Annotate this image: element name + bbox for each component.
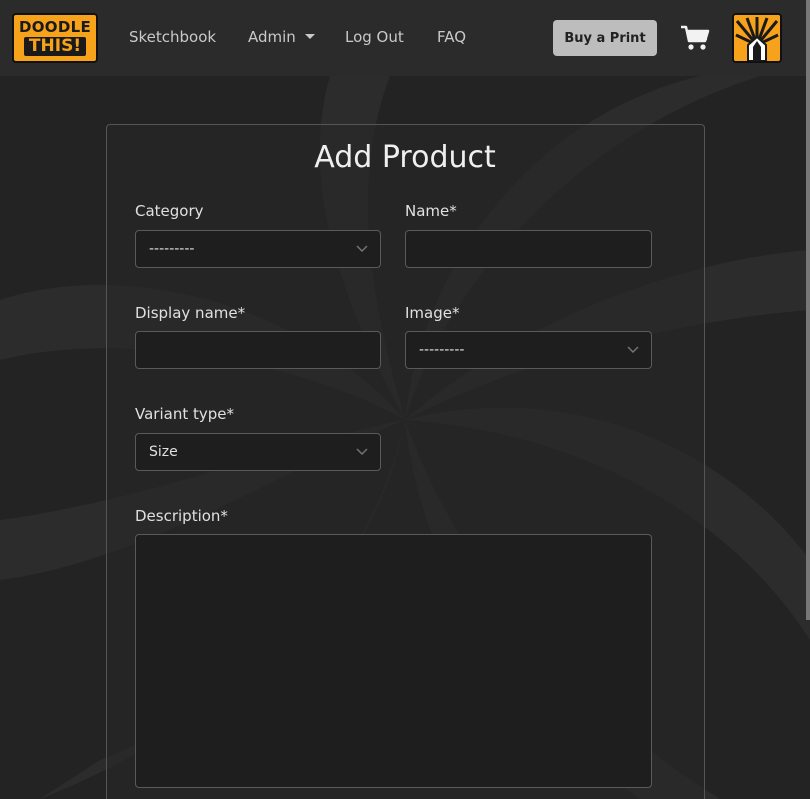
chevron-down-icon bbox=[356, 245, 368, 252]
caret-down-icon bbox=[304, 34, 315, 39]
display-name-input[interactable] bbox=[136, 332, 380, 368]
logo-text-line2: THIS! bbox=[23, 37, 87, 56]
name-field[interactable] bbox=[405, 230, 652, 268]
display-name-field[interactable] bbox=[135, 331, 381, 369]
chevron-down-icon bbox=[627, 346, 639, 353]
nav-link-admin-label: Admin bbox=[248, 28, 296, 46]
nav-link-logout[interactable]: Log Out bbox=[345, 28, 404, 46]
description-field[interactable] bbox=[135, 534, 652, 788]
account-menu-button[interactable] bbox=[732, 13, 782, 63]
category-label: Category bbox=[135, 202, 204, 220]
logo-text-line1: DOODLE bbox=[18, 18, 91, 36]
image-select[interactable]: --------- bbox=[405, 331, 652, 369]
page-title: Add Product bbox=[314, 140, 496, 175]
nav-link-sketchbook[interactable]: Sketchbook bbox=[129, 28, 216, 46]
sunburst-pencil-icon bbox=[734, 15, 780, 61]
category-selected-value: --------- bbox=[149, 241, 195, 257]
buy-print-button[interactable]: Buy a Print bbox=[553, 20, 657, 56]
page-scrollbar[interactable] bbox=[806, 0, 810, 620]
nav-link-admin-dropdown[interactable]: Admin bbox=[248, 28, 315, 46]
variant-type-label: Variant type* bbox=[135, 405, 234, 423]
name-input[interactable] bbox=[406, 231, 651, 267]
brand-logo[interactable]: DOODLE THIS! bbox=[12, 13, 98, 63]
description-label: Description* bbox=[135, 507, 228, 525]
nav-link-faq[interactable]: FAQ bbox=[437, 28, 466, 46]
navbar: DOODLE THIS! Sketchbook Admin Log Out FA… bbox=[0, 0, 810, 76]
variant-type-selected-value: Size bbox=[149, 444, 178, 460]
image-label: Image* bbox=[405, 304, 460, 322]
image-selected-value: --------- bbox=[419, 342, 465, 358]
display-name-label: Display name* bbox=[135, 304, 246, 322]
cart-icon[interactable] bbox=[680, 24, 710, 52]
name-label: Name* bbox=[405, 202, 457, 220]
variant-type-select[interactable]: Size bbox=[135, 433, 381, 471]
chevron-down-icon bbox=[356, 448, 368, 455]
category-select[interactable]: --------- bbox=[135, 230, 381, 268]
description-textarea[interactable] bbox=[136, 535, 651, 787]
